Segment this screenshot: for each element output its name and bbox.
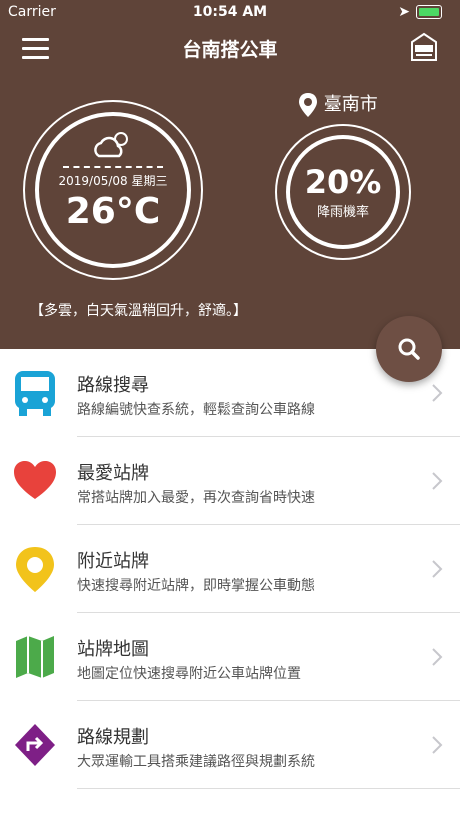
weather-date: 2019/05/08 星期三 <box>58 174 168 188</box>
battery-icon <box>416 5 442 19</box>
status-time: 10:54 AM <box>192 4 268 20</box>
menu-item-stop-map[interactable]: 站牌地圖 地圖定位快速搜尋附近公車站牌位置 <box>0 613 460 701</box>
temperature-value: 26°C <box>65 191 161 232</box>
chevron-right-icon <box>432 472 443 490</box>
heart-icon <box>14 461 56 499</box>
route-icon <box>15 724 55 766</box>
menu-item-subtitle: 常搭站牌加入最愛，再次查詢省時快速 <box>77 490 315 506</box>
rain-percent: 20% <box>304 163 382 201</box>
menu-item-title: 最愛站牌 <box>77 463 149 484</box>
app-title: 台南搭公車 <box>182 39 278 61</box>
menu-item-subtitle: 大眾運輸工具搭乘建議路徑與規劃系統 <box>77 754 315 770</box>
menu-item-title: 路線規劃 <box>77 727 149 748</box>
menu-item-subtitle: 快速搜尋附近站牌，即時掌握公車動態 <box>77 578 315 594</box>
location-pin-icon <box>16 547 54 592</box>
divider <box>77 788 460 789</box>
temperature-gauge: 2019/05/08 星期三 26°C <box>23 100 203 280</box>
search-button[interactable] <box>376 316 442 382</box>
menu-item-subtitle: 路線編號快查系統，輕鬆查詢公車路線 <box>77 402 315 418</box>
map-pin-icon <box>299 93 317 117</box>
location: 臺南市 <box>298 90 378 118</box>
hotel-icon[interactable] <box>410 32 438 62</box>
navbar: 台南搭公車 <box>0 30 460 66</box>
menu-item-route-planning[interactable]: 路線規劃 大眾運輸工具搭乘建議路徑與規劃系統 <box>0 701 460 789</box>
location-name: 臺南市 <box>323 94 378 115</box>
menu-item-nearby-stops[interactable]: 附近站牌 快速搜尋附近站牌，即時掌握公車動態 <box>0 525 460 613</box>
chevron-right-icon <box>432 384 443 402</box>
weather-description: 【多雲，白天氣溫稍回升，舒適。】 <box>30 303 247 319</box>
search-icon <box>398 338 420 360</box>
bus-icon <box>15 371 55 416</box>
location-services-icon: ➤ <box>398 4 410 20</box>
menu-list: 路線搜尋 路線編號快查系統，輕鬆查詢公車路線 最愛站牌 常搭站牌加入最愛，再次查… <box>0 349 460 789</box>
divider <box>63 166 163 168</box>
rain-gauge: 20% 降雨機率 <box>275 124 411 260</box>
menu-item-title: 路線搜尋 <box>77 375 149 396</box>
menu-item-title: 附近站牌 <box>77 551 149 572</box>
chevron-right-icon <box>432 560 443 578</box>
map-icon <box>16 636 54 678</box>
menu-item-title: 站牌地圖 <box>77 639 149 660</box>
cloud-icon <box>94 132 128 158</box>
rain-label: 降雨機率 <box>316 205 369 220</box>
menu-item-subtitle: 地圖定位快速搜尋附近公車站牌位置 <box>77 666 301 682</box>
chevron-right-icon <box>432 736 443 754</box>
header: Carrier 10:54 AM ➤ 台南搭公車 2019/05/08 星期三 … <box>0 0 460 349</box>
chevron-right-icon <box>432 648 443 666</box>
status-bar: Carrier 10:54 AM ➤ <box>0 0 460 24</box>
menu-item-favorite-stops[interactable]: 最愛站牌 常搭站牌加入最愛，再次查詢省時快速 <box>0 437 460 525</box>
